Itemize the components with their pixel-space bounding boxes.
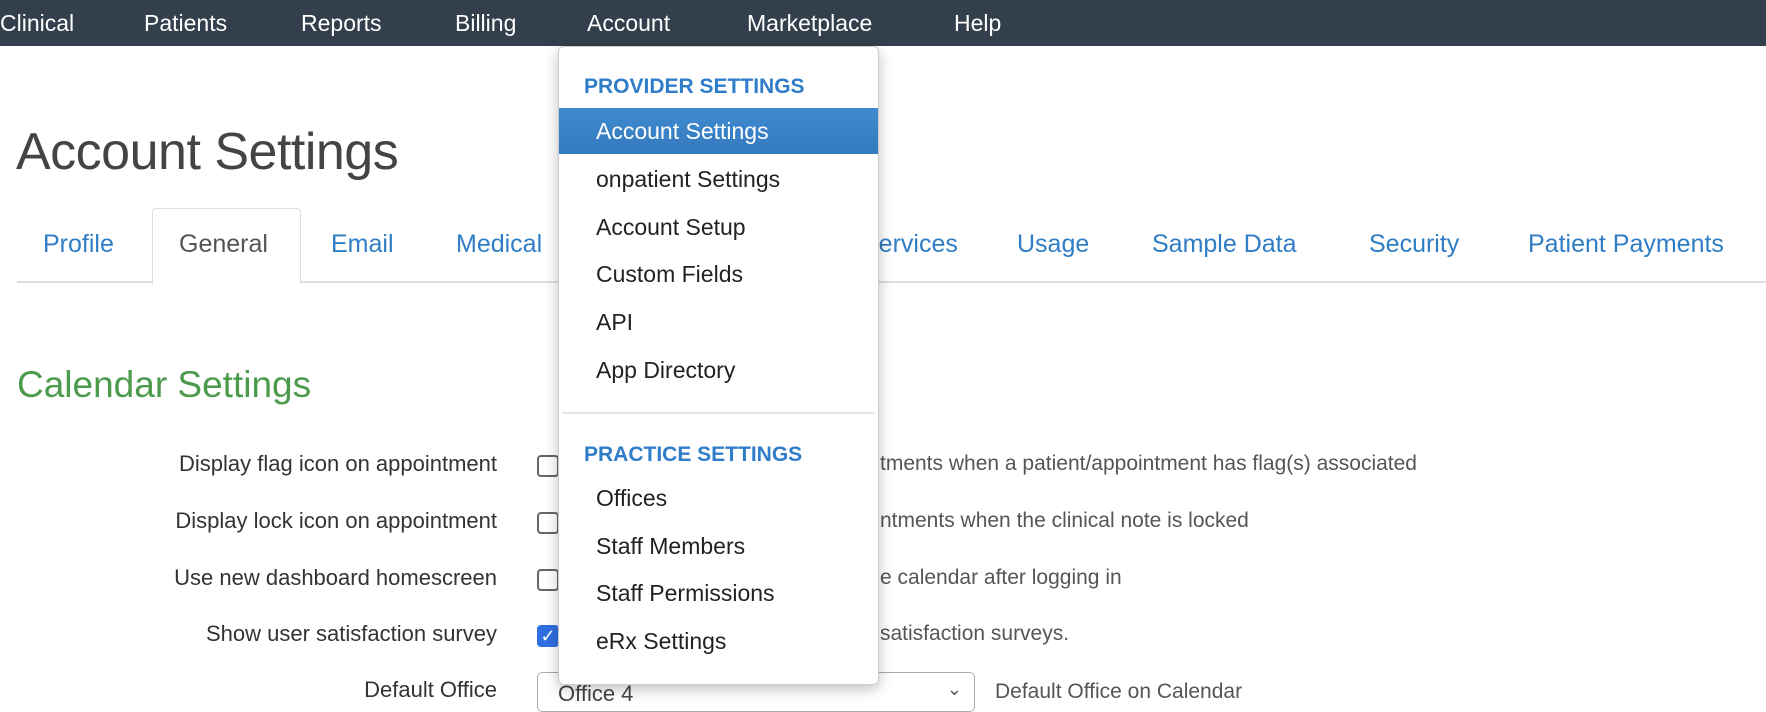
tab-sample-data[interactable]: Sample Data: [1152, 230, 1297, 259]
setting-description: e calendar after logging in: [880, 566, 1122, 589]
tab-security[interactable]: Security: [1369, 230, 1459, 259]
satisfaction-survey-checkbox[interactable]: ✓: [537, 625, 559, 647]
nav-patients[interactable]: Patients: [144, 0, 227, 46]
menu-item-custom-fields[interactable]: Custom Fields: [559, 251, 878, 297]
setting-label: Display lock icon on appointment: [175, 508, 497, 533]
menu-item-staff-members[interactable]: Staff Members: [559, 523, 878, 569]
chevron-down-icon: ⌄: [946, 679, 962, 699]
setting-label: Display flag icon on appointment: [179, 451, 497, 476]
setting-description: tments when a patient/appointment has fl…: [880, 452, 1417, 475]
tab-patient-payments[interactable]: Patient Payments: [1528, 230, 1724, 259]
menu-item-staff-permissions[interactable]: Staff Permissions: [559, 570, 878, 616]
checkmark-icon: ✓: [540, 626, 556, 646]
menu-item-offices[interactable]: Offices: [559, 475, 878, 521]
setting-label: Use new dashboard homescreen: [174, 565, 497, 590]
tab-medical[interactable]: Medical: [456, 230, 542, 259]
tab-general-label: General: [179, 230, 268, 258]
setting-description: ntments when the clinical note is locked: [880, 509, 1249, 532]
nav-reports[interactable]: Reports: [301, 0, 382, 46]
tab-usage[interactable]: Usage: [1017, 230, 1089, 259]
page-title: Account Settings: [16, 123, 399, 181]
default-office-label: Default Office: [364, 677, 497, 702]
tab-general[interactable]: General: [152, 208, 301, 284]
menu-item-api[interactable]: API: [559, 299, 878, 345]
top-navigation-bar: Clinical Patients Reports Billing Accoun…: [0, 0, 1766, 46]
lock-icon-checkbox[interactable]: [537, 512, 559, 534]
flag-icon-checkbox[interactable]: [537, 455, 559, 477]
tab-email[interactable]: Email: [331, 230, 394, 259]
account-dropdown-menu: PROVIDER SETTINGS Account Settings onpat…: [558, 46, 879, 685]
menu-item-account-setup[interactable]: Account Setup: [559, 204, 878, 250]
provider-settings-header: PROVIDER SETTINGS: [584, 75, 805, 98]
menu-item-onpatient-settings[interactable]: onpatient Settings: [559, 156, 878, 202]
nav-help[interactable]: Help: [954, 0, 1001, 46]
menu-divider: [562, 412, 875, 414]
nav-account[interactable]: Account: [587, 0, 670, 46]
nav-clinical[interactable]: Clinical: [0, 0, 74, 46]
menu-item-app-directory[interactable]: App Directory: [559, 347, 878, 393]
default-office-help: Default Office on Calendar: [995, 680, 1243, 703]
dashboard-homescreen-checkbox[interactable]: [537, 569, 559, 591]
practice-settings-header: PRACTICE SETTINGS: [584, 443, 803, 466]
setting-label: Show user satisfaction survey: [205, 621, 497, 646]
menu-item-account-settings[interactable]: Account Settings: [559, 108, 878, 154]
nav-billing[interactable]: Billing: [455, 0, 516, 46]
tab-profile[interactable]: Profile: [43, 230, 114, 259]
setting-description: satisfaction surveys.: [880, 622, 1070, 645]
nav-marketplace[interactable]: Marketplace: [747, 0, 872, 46]
menu-item-erx-settings[interactable]: eRx Settings: [559, 618, 878, 664]
section-title: Calendar Settings: [17, 364, 312, 405]
